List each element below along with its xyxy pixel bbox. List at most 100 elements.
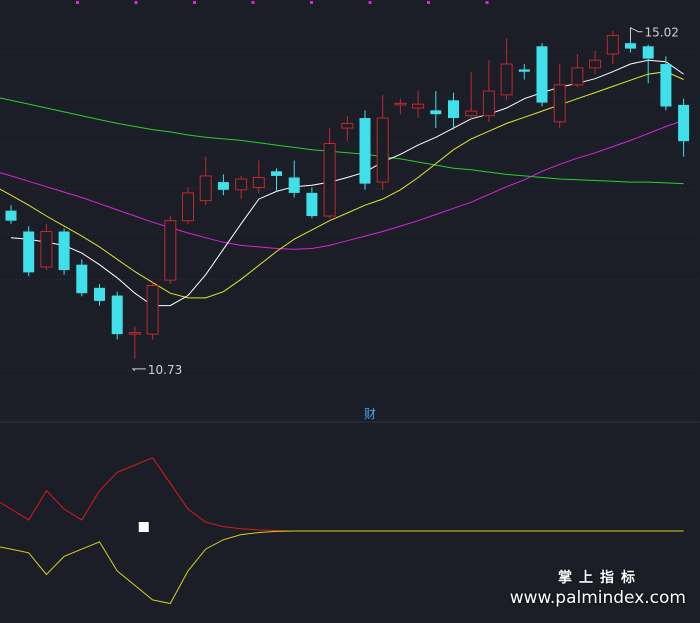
candlestick (306, 187, 318, 219)
signal-square (138, 522, 149, 532)
candle-body-up (252, 176, 265, 188)
top-marker-dot (193, 1, 196, 4)
candlestick (40, 223, 53, 271)
top-marker-dot (310, 1, 313, 4)
ma60-line (0, 97, 684, 185)
candle-body-up (164, 220, 177, 281)
candle-body-down (288, 177, 300, 193)
candlestick (412, 91, 425, 119)
candle-body-down (642, 46, 654, 59)
ma20-line (0, 119, 684, 250)
candle-body-down (430, 110, 442, 115)
top-marker-dot (134, 1, 138, 4)
candlestick (571, 53, 584, 88)
candle-body-up (482, 90, 495, 117)
candle-body-down (111, 295, 123, 335)
candlestick (448, 92, 459, 130)
candlestick (642, 44, 654, 84)
candle-body-up (341, 122, 354, 129)
top-marker-dot (76, 1, 79, 4)
high-price-pointer (630, 26, 643, 40)
candlestick (500, 38, 513, 101)
top-marker-dot (485, 1, 489, 4)
candlestick (359, 110, 371, 190)
candle-body-down (625, 43, 636, 49)
candlestick (394, 98, 407, 115)
candle-body-down (359, 118, 371, 184)
candlestick (606, 30, 619, 65)
candlestick (518, 64, 530, 80)
candle-body-up (376, 117, 389, 183)
candle-body-down (23, 231, 35, 273)
candle-body-down (660, 64, 672, 107)
candle-body-down (58, 231, 70, 271)
candlestick (341, 115, 354, 142)
candle-body-down (76, 264, 88, 294)
indicator-tab[interactable]: 财 (364, 407, 376, 421)
candle-body-up (182, 192, 194, 222)
candle-body-up (199, 175, 212, 202)
candle-body-up (606, 34, 619, 55)
candle-body-down (448, 100, 459, 119)
candlestick (323, 128, 336, 219)
candle-body-up (465, 110, 478, 117)
candle-body-up (571, 67, 584, 86)
ma10-line (0, 71, 684, 299)
candlestick (146, 282, 159, 340)
candlestick (430, 91, 442, 129)
watermark-title: 掌上指标 (558, 570, 642, 586)
candle-body-down (536, 46, 548, 103)
watermark: 掌上指标 www.palmindex.com (510, 569, 686, 609)
candlestick (465, 71, 478, 119)
stock-chart: 15.02 10.73 财 (0, 1, 700, 605)
moving-average-lines (0, 59, 684, 307)
candlestick (235, 175, 248, 200)
candle-body-up (235, 178, 248, 191)
chart-grid (0, 51, 700, 417)
candlestick (536, 43, 548, 107)
candlestick (217, 174, 229, 196)
candlesticks (5, 27, 690, 359)
candle-body-up (553, 84, 566, 123)
candlestick (199, 156, 212, 206)
candle-body-up (323, 143, 336, 217)
candlestick (76, 259, 88, 297)
candlestick (23, 226, 35, 277)
candle-body-down (306, 192, 318, 217)
candlestick (5, 205, 17, 224)
candlestick (111, 291, 123, 340)
candlestick (482, 60, 495, 122)
top-marker-dot (427, 1, 430, 4)
candlestick (271, 168, 282, 192)
candlestick (164, 216, 177, 284)
candlestick (94, 283, 105, 306)
candlestick (660, 56, 672, 111)
candlestick (553, 64, 566, 129)
high-price-label: 15.02 (645, 26, 679, 40)
candle-body-up (589, 59, 602, 69)
candle-body-down (678, 104, 690, 142)
candle-body-up (394, 102, 407, 106)
candle-body-down (217, 182, 229, 190)
low-price-label: 10.73 (148, 363, 182, 377)
candle-body-down (518, 69, 530, 72)
candlestick (376, 94, 389, 190)
candlestick (589, 50, 602, 75)
candle-body-down (94, 287, 105, 301)
top-marker-dot (368, 1, 372, 4)
candle-body-up (128, 332, 141, 335)
candlestick (678, 98, 690, 157)
candle-body-down (271, 171, 282, 176)
top-markers (76, 1, 489, 4)
candlestick (58, 228, 70, 275)
candlestick (252, 160, 265, 193)
candlestick (128, 326, 141, 359)
candle-body-down (5, 210, 17, 221)
candle-body-up (500, 63, 513, 96)
candle-body-up (40, 230, 53, 268)
watermark-url: www.palmindex.com (509, 588, 686, 608)
low-price-pointer (131, 368, 146, 372)
candlestick (288, 160, 300, 198)
top-marker-dot (251, 1, 255, 4)
candlestick (182, 187, 194, 224)
